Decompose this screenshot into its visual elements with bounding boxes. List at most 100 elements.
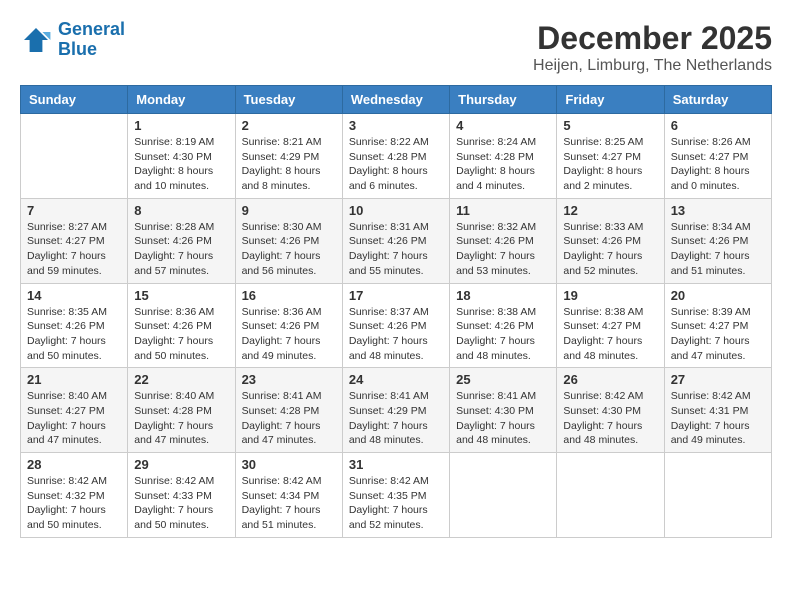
- day-info: Sunrise: 8:41 AM Sunset: 4:29 PM Dayligh…: [349, 389, 443, 448]
- day-number: 5: [563, 118, 657, 133]
- calendar-cell: 29 Sunrise: 8:42 AM Sunset: 4:33 PM Dayl…: [128, 453, 235, 538]
- day-info: Sunrise: 8:42 AM Sunset: 4:31 PM Dayligh…: [671, 389, 765, 448]
- calendar-cell: [664, 453, 771, 538]
- daylight-text: Daylight: 8 hours and 8 minutes.: [242, 164, 336, 193]
- daylight-text: Daylight: 7 hours and 53 minutes.: [456, 249, 550, 278]
- logo-icon: [20, 24, 52, 56]
- day-info: Sunrise: 8:19 AM Sunset: 4:30 PM Dayligh…: [134, 135, 228, 194]
- day-number: 3: [349, 118, 443, 133]
- sunset-text: Sunset: 4:27 PM: [27, 404, 121, 419]
- calendar-week-row: 21 Sunrise: 8:40 AM Sunset: 4:27 PM Dayl…: [21, 368, 772, 453]
- sunset-text: Sunset: 4:27 PM: [563, 150, 657, 165]
- sunset-text: Sunset: 4:26 PM: [349, 234, 443, 249]
- day-number: 13: [671, 203, 765, 218]
- sunset-text: Sunset: 4:30 PM: [563, 404, 657, 419]
- calendar-cell: 17 Sunrise: 8:37 AM Sunset: 4:26 PM Dayl…: [342, 283, 449, 368]
- day-info: Sunrise: 8:24 AM Sunset: 4:28 PM Dayligh…: [456, 135, 550, 194]
- calendar-cell: 5 Sunrise: 8:25 AM Sunset: 4:27 PM Dayli…: [557, 114, 664, 199]
- calendar-cell: 12 Sunrise: 8:33 AM Sunset: 4:26 PM Dayl…: [557, 198, 664, 283]
- daylight-text: Daylight: 8 hours and 2 minutes.: [563, 164, 657, 193]
- day-info: Sunrise: 8:42 AM Sunset: 4:33 PM Dayligh…: [134, 474, 228, 533]
- day-info: Sunrise: 8:28 AM Sunset: 4:26 PM Dayligh…: [134, 220, 228, 279]
- header-thursday: Thursday: [450, 86, 557, 114]
- daylight-text: Daylight: 7 hours and 49 minutes.: [242, 334, 336, 363]
- sunrise-text: Sunrise: 8:42 AM: [671, 389, 765, 404]
- sunset-text: Sunset: 4:34 PM: [242, 489, 336, 504]
- sunrise-text: Sunrise: 8:31 AM: [349, 220, 443, 235]
- calendar-cell: 2 Sunrise: 8:21 AM Sunset: 4:29 PM Dayli…: [235, 114, 342, 199]
- sunset-text: Sunset: 4:28 PM: [456, 150, 550, 165]
- sunrise-text: Sunrise: 8:21 AM: [242, 135, 336, 150]
- sunset-text: Sunset: 4:32 PM: [27, 489, 121, 504]
- day-number: 10: [349, 203, 443, 218]
- daylight-text: Daylight: 7 hours and 50 minutes.: [134, 334, 228, 363]
- day-number: 1: [134, 118, 228, 133]
- day-info: Sunrise: 8:41 AM Sunset: 4:28 PM Dayligh…: [242, 389, 336, 448]
- sunrise-text: Sunrise: 8:34 AM: [671, 220, 765, 235]
- daylight-text: Daylight: 7 hours and 57 minutes.: [134, 249, 228, 278]
- calendar-cell: [21, 114, 128, 199]
- daylight-text: Daylight: 7 hours and 48 minutes.: [563, 334, 657, 363]
- calendar-cell: [450, 453, 557, 538]
- header-sunday: Sunday: [21, 86, 128, 114]
- daylight-text: Daylight: 7 hours and 55 minutes.: [349, 249, 443, 278]
- calendar-header-row: SundayMondayTuesdayWednesdayThursdayFrid…: [21, 86, 772, 114]
- sunrise-text: Sunrise: 8:28 AM: [134, 220, 228, 235]
- daylight-text: Daylight: 7 hours and 47 minutes.: [242, 419, 336, 448]
- sunrise-text: Sunrise: 8:38 AM: [563, 305, 657, 320]
- daylight-text: Daylight: 7 hours and 47 minutes.: [134, 419, 228, 448]
- day-number: 31: [349, 457, 443, 472]
- logo: General Blue: [20, 20, 125, 60]
- daylight-text: Daylight: 8 hours and 4 minutes.: [456, 164, 550, 193]
- sunset-text: Sunset: 4:26 PM: [242, 234, 336, 249]
- day-info: Sunrise: 8:36 AM Sunset: 4:26 PM Dayligh…: [242, 305, 336, 364]
- sunset-text: Sunset: 4:26 PM: [242, 319, 336, 334]
- sunset-text: Sunset: 4:26 PM: [134, 234, 228, 249]
- sunrise-text: Sunrise: 8:41 AM: [242, 389, 336, 404]
- sunrise-text: Sunrise: 8:30 AM: [242, 220, 336, 235]
- day-info: Sunrise: 8:38 AM Sunset: 4:27 PM Dayligh…: [563, 305, 657, 364]
- day-info: Sunrise: 8:30 AM Sunset: 4:26 PM Dayligh…: [242, 220, 336, 279]
- daylight-text: Daylight: 7 hours and 48 minutes.: [456, 419, 550, 448]
- calendar-cell: 11 Sunrise: 8:32 AM Sunset: 4:26 PM Dayl…: [450, 198, 557, 283]
- sunset-text: Sunset: 4:28 PM: [349, 150, 443, 165]
- sunset-text: Sunset: 4:26 PM: [27, 319, 121, 334]
- daylight-text: Daylight: 7 hours and 51 minutes.: [242, 503, 336, 532]
- day-number: 9: [242, 203, 336, 218]
- sunset-text: Sunset: 4:31 PM: [671, 404, 765, 419]
- calendar-cell: 13 Sunrise: 8:34 AM Sunset: 4:26 PM Dayl…: [664, 198, 771, 283]
- day-info: Sunrise: 8:37 AM Sunset: 4:26 PM Dayligh…: [349, 305, 443, 364]
- day-number: 19: [563, 288, 657, 303]
- day-number: 29: [134, 457, 228, 472]
- daylight-text: Daylight: 7 hours and 50 minutes.: [134, 503, 228, 532]
- day-number: 26: [563, 372, 657, 387]
- daylight-text: Daylight: 7 hours and 56 minutes.: [242, 249, 336, 278]
- sunset-text: Sunset: 4:26 PM: [349, 319, 443, 334]
- calendar-cell: 14 Sunrise: 8:35 AM Sunset: 4:26 PM Dayl…: [21, 283, 128, 368]
- calendar-cell: 9 Sunrise: 8:30 AM Sunset: 4:26 PM Dayli…: [235, 198, 342, 283]
- day-info: Sunrise: 8:42 AM Sunset: 4:30 PM Dayligh…: [563, 389, 657, 448]
- sunset-text: Sunset: 4:26 PM: [671, 234, 765, 249]
- calendar-cell: 31 Sunrise: 8:42 AM Sunset: 4:35 PM Dayl…: [342, 453, 449, 538]
- daylight-text: Daylight: 7 hours and 47 minutes.: [27, 419, 121, 448]
- day-info: Sunrise: 8:42 AM Sunset: 4:32 PM Dayligh…: [27, 474, 121, 533]
- header-wednesday: Wednesday: [342, 86, 449, 114]
- daylight-text: Daylight: 7 hours and 48 minutes.: [563, 419, 657, 448]
- sunset-text: Sunset: 4:27 PM: [563, 319, 657, 334]
- sunrise-text: Sunrise: 8:41 AM: [349, 389, 443, 404]
- day-info: Sunrise: 8:42 AM Sunset: 4:35 PM Dayligh…: [349, 474, 443, 533]
- day-info: Sunrise: 8:36 AM Sunset: 4:26 PM Dayligh…: [134, 305, 228, 364]
- day-number: 8: [134, 203, 228, 218]
- day-info: Sunrise: 8:32 AM Sunset: 4:26 PM Dayligh…: [456, 220, 550, 279]
- calendar-cell: 26 Sunrise: 8:42 AM Sunset: 4:30 PM Dayl…: [557, 368, 664, 453]
- day-info: Sunrise: 8:33 AM Sunset: 4:26 PM Dayligh…: [563, 220, 657, 279]
- sunrise-text: Sunrise: 8:41 AM: [456, 389, 550, 404]
- calendar-cell: 4 Sunrise: 8:24 AM Sunset: 4:28 PM Dayli…: [450, 114, 557, 199]
- logo-text: General Blue: [58, 20, 125, 60]
- sunrise-text: Sunrise: 8:22 AM: [349, 135, 443, 150]
- day-number: 22: [134, 372, 228, 387]
- sunset-text: Sunset: 4:28 PM: [134, 404, 228, 419]
- page-header: General Blue December 2025 Heijen, Limbu…: [20, 20, 772, 75]
- sunset-text: Sunset: 4:33 PM: [134, 489, 228, 504]
- day-number: 2: [242, 118, 336, 133]
